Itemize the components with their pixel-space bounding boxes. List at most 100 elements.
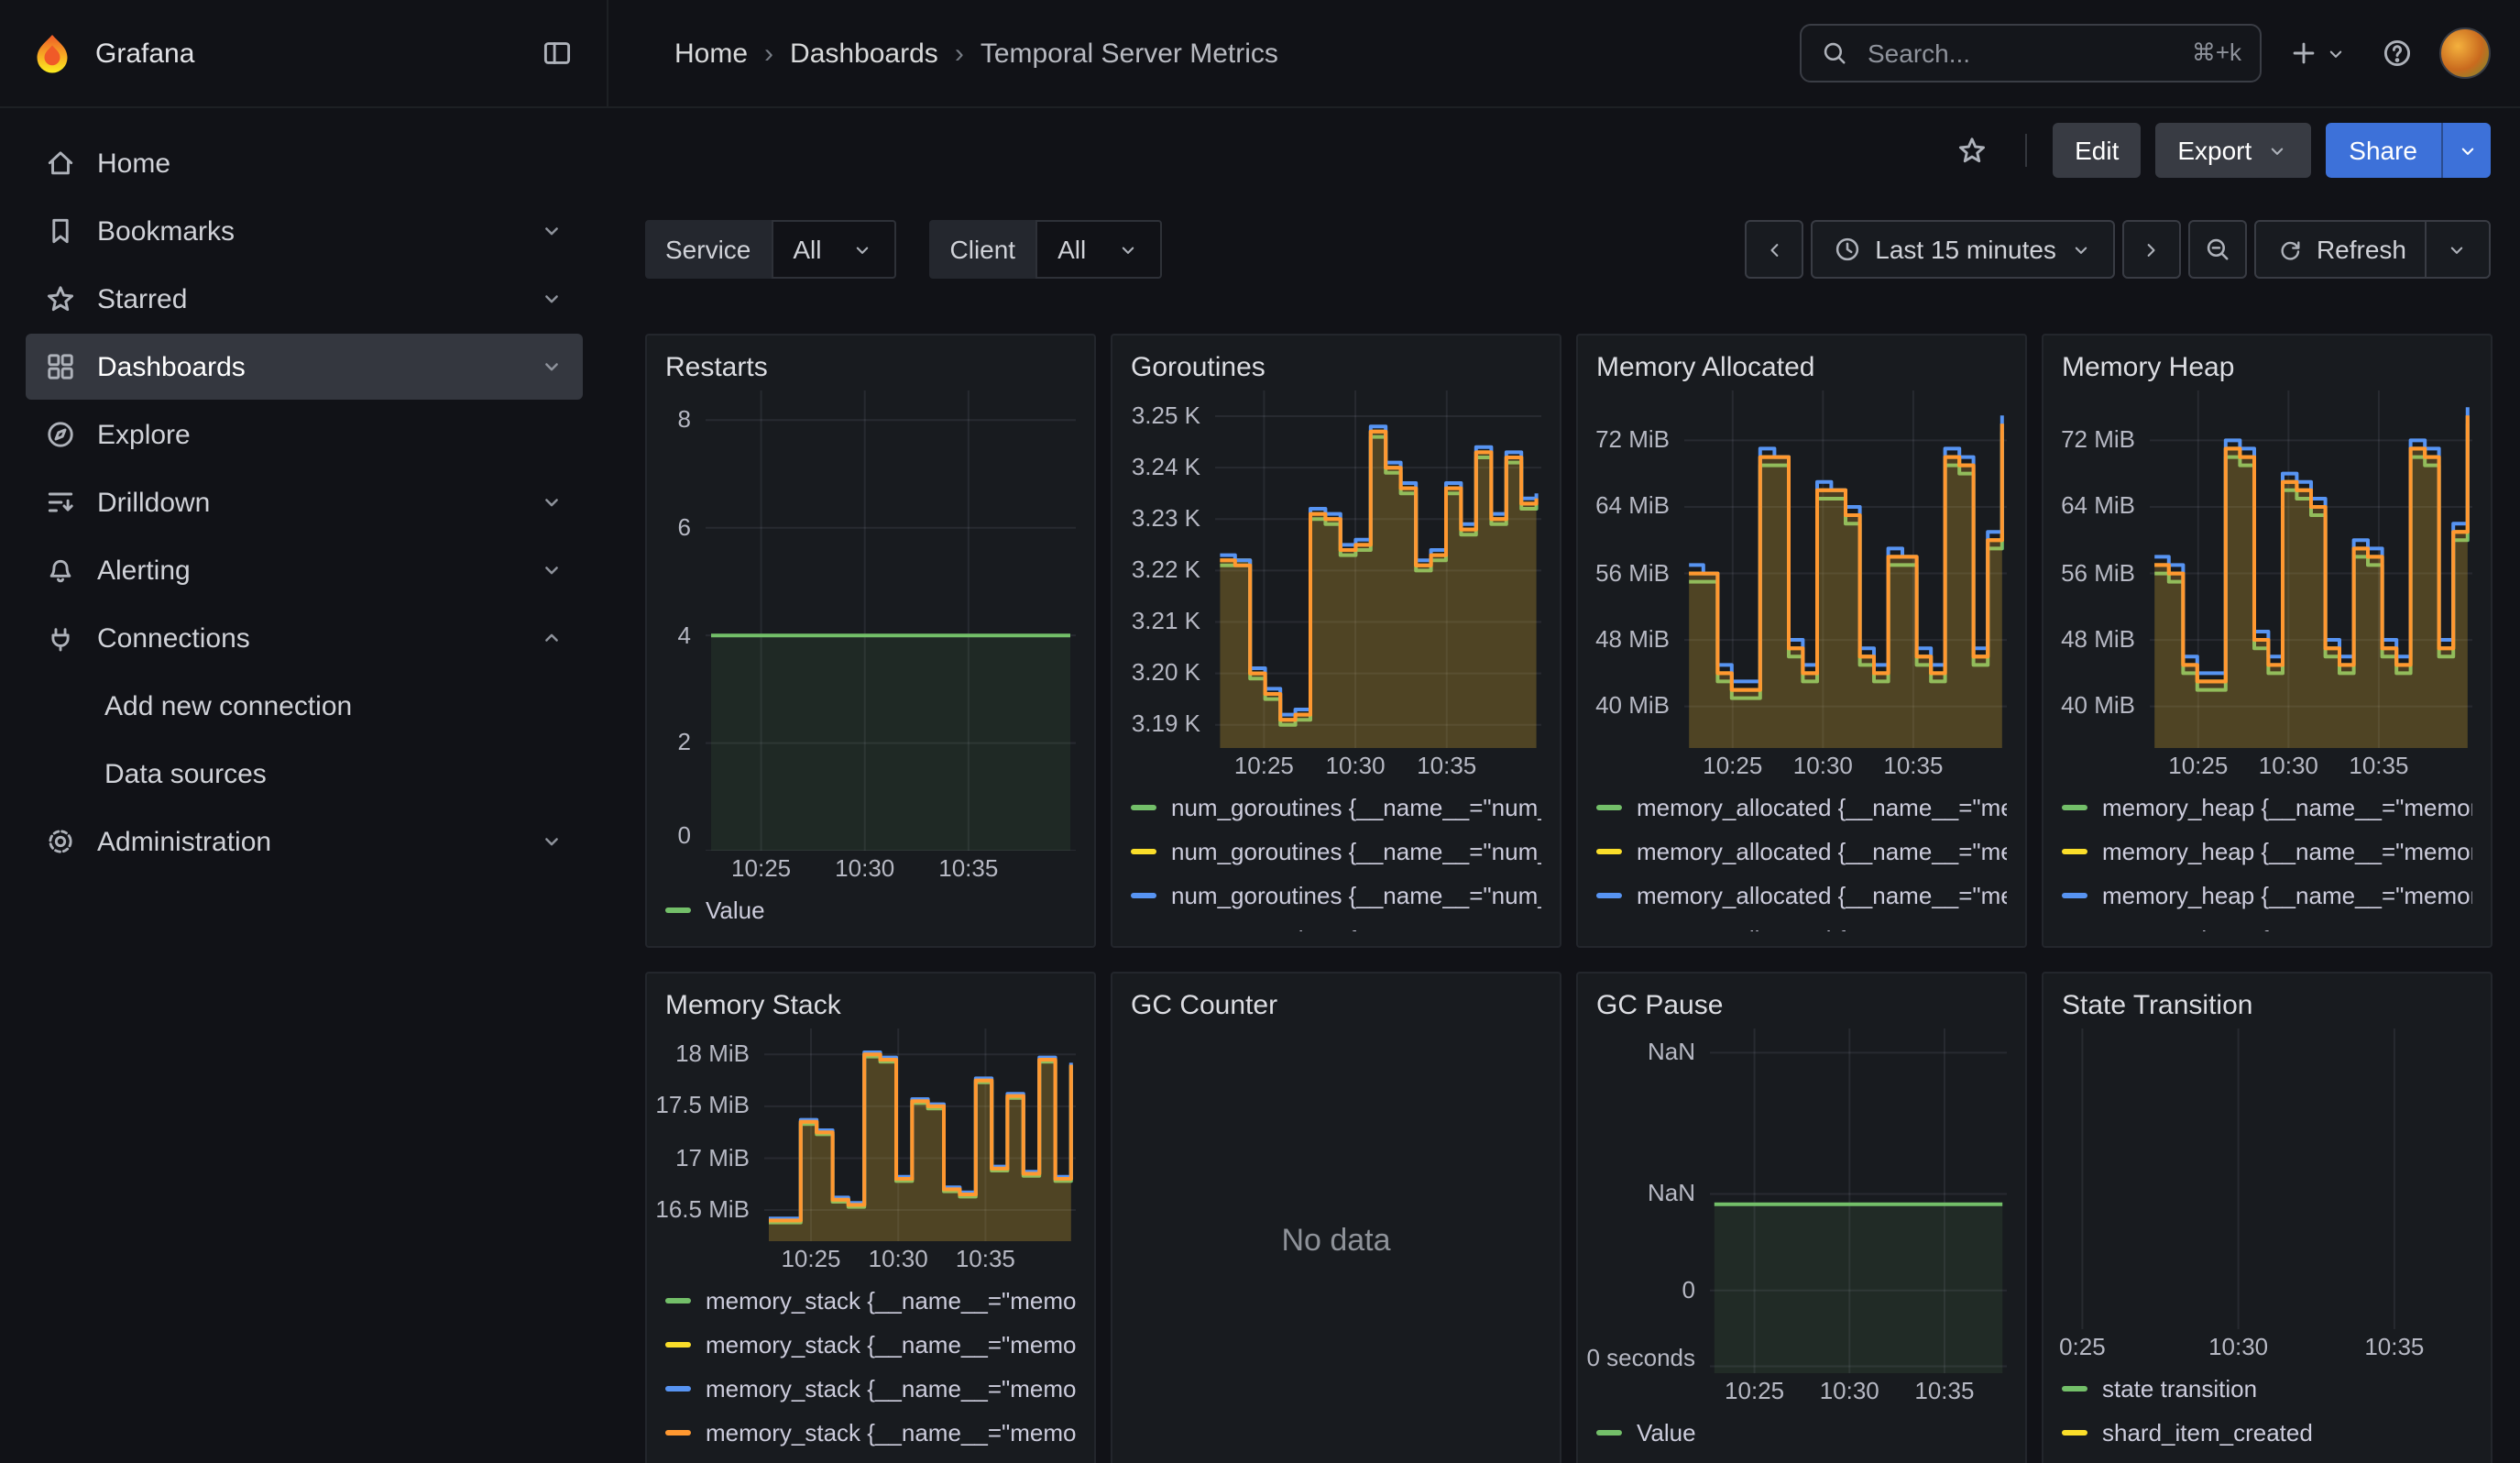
- legend-item[interactable]: num_goroutines {__name__="num_go: [1131, 785, 1541, 829]
- legend-item[interactable]: num_goroutines {__name__="num_go: [1131, 917, 1541, 931]
- sidebar-item-data-sources[interactable]: Data sources: [26, 741, 583, 807]
- chart-plot[interactable]: [1684, 390, 2007, 748]
- service-variable-label: Service: [645, 220, 771, 279]
- legend-item[interactable]: memory_heap {__name__="memory_h: [2062, 873, 2472, 917]
- search-input[interactable]: [1864, 37, 2177, 70]
- panel-body: 0:2510:3010:35 state transitionshard_ite…: [2062, 1028, 2472, 1454]
- legend-item[interactable]: memory_stack {__name__="memory_s: [665, 1366, 1076, 1410]
- chevron-down-icon[interactable]: [539, 490, 564, 515]
- time-shift-back-button[interactable]: [1745, 220, 1803, 279]
- chart-plot[interactable]: [764, 1028, 1076, 1241]
- compass-icon: [44, 418, 77, 451]
- search-shortcut: ⌘+k: [2192, 38, 2241, 68]
- panel-title[interactable]: Memory Allocated: [1596, 346, 2007, 390]
- sidebar-item-bookmarks[interactable]: Bookmarks: [26, 198, 583, 264]
- share-options-button[interactable]: [2441, 123, 2491, 178]
- legend-item[interactable]: num_goroutines {__name__="num_go: [1131, 873, 1541, 917]
- export-button[interactable]: Export: [2155, 123, 2310, 178]
- edit-button[interactable]: Edit: [2053, 123, 2141, 178]
- panel-goroutines: Goroutines 3.25 K3.24 K3.23 K3.22 K3.21 …: [1111, 334, 1561, 948]
- legend-item[interactable]: memory_allocated {__name__="memo: [1596, 785, 2007, 829]
- service-variable-select[interactable]: All: [771, 220, 896, 279]
- sidebar-item-add-new-connection[interactable]: Add new connection: [26, 673, 583, 739]
- legend-swatch: [665, 1297, 691, 1303]
- legend-item[interactable]: memory_heap {__name__="memory_h: [2062, 917, 2472, 931]
- sidebar-item-alerting[interactable]: Alerting: [26, 537, 583, 603]
- legend-item[interactable]: num_goroutines {__name__="num_go: [1131, 829, 1541, 873]
- panel-title[interactable]: Restarts: [665, 346, 1076, 390]
- chevron-up-icon[interactable]: [539, 625, 564, 651]
- plus-icon: [2287, 37, 2320, 70]
- panel-legend: state transitionshard_item_created: [2062, 1366, 2472, 1454]
- chevron-down-icon[interactable]: [539, 286, 564, 312]
- legend-item[interactable]: memory_heap {__name__="memory_h: [2062, 829, 2472, 873]
- breadcrumb-home[interactable]: Home: [674, 38, 748, 69]
- help-button[interactable]: [2373, 29, 2421, 77]
- panel-title[interactable]: GC Pause: [1596, 984, 2007, 1028]
- panel-gc-counter: GC Counter No data: [1111, 972, 1561, 1463]
- panel-title[interactable]: Memory Heap: [2062, 346, 2472, 390]
- search-box[interactable]: ⌘+k: [1800, 24, 2262, 82]
- share-split-button[interactable]: Share: [2325, 123, 2491, 178]
- legend-item[interactable]: memory_allocated {__name__="memo: [1596, 917, 2007, 931]
- sidebar-toggle-icon[interactable]: [533, 29, 581, 77]
- service-variable-value: All: [793, 235, 821, 264]
- time-controls: Last 15 minutes Refresh: [1745, 220, 2491, 279]
- search-icon: [1820, 38, 1849, 68]
- panel-title[interactable]: Memory Stack: [665, 984, 1076, 1028]
- legend-item[interactable]: memory_stack {__name__="memory_s: [665, 1322, 1076, 1366]
- panel-body: 3.25 K3.24 K3.23 K3.22 K3.21 K3.20 K3.19…: [1131, 390, 1541, 931]
- angle-left-icon: [1762, 237, 1786, 261]
- grafana-logo-icon[interactable]: [29, 30, 75, 76]
- client-variable-select[interactable]: All: [1035, 220, 1161, 279]
- sidebar-item-connections[interactable]: Connections: [26, 605, 583, 671]
- legend-item[interactable]: memory_stack {__name__="memory_s: [665, 1278, 1076, 1322]
- chart-plot[interactable]: [2062, 1028, 2472, 1329]
- refresh-split-button[interactable]: Refresh: [2254, 220, 2491, 279]
- chevron-down-icon[interactable]: [539, 218, 564, 244]
- panel-title[interactable]: State Transition: [2062, 984, 2472, 1028]
- time-shift-forward-button[interactable]: [2122, 220, 2181, 279]
- legend-swatch: [1131, 848, 1156, 853]
- sidebar-item-home[interactable]: Home: [26, 130, 583, 196]
- legend-item[interactable]: memory_stack {__name__="memory_s: [665, 1410, 1076, 1454]
- new-button[interactable]: [2280, 29, 2355, 77]
- user-avatar[interactable]: [2439, 28, 2491, 79]
- y-axis: NaNNaN00 seconds: [1596, 1028, 1710, 1373]
- controls-row: Service All Client All: [645, 218, 2491, 280]
- sidebar-item-drilldown[interactable]: Drilldown: [26, 469, 583, 535]
- app-body: HomeBookmarksStarredDashboardsExploreDri…: [0, 108, 2520, 1463]
- chevron-down-icon[interactable]: [539, 829, 564, 854]
- chart-plot[interactable]: [1710, 1028, 2007, 1373]
- y-axis: 72 MiB64 MiB56 MiB48 MiB40 MiB: [2062, 390, 2150, 748]
- y-axis: 3.25 K3.24 K3.23 K3.22 K3.21 K3.20 K3.19…: [1131, 390, 1215, 748]
- chart-plot[interactable]: [1215, 390, 1541, 748]
- chevron-down-icon[interactable]: [539, 557, 564, 583]
- sidebar-item-starred[interactable]: Starred: [26, 266, 583, 332]
- sidebar-nav: HomeBookmarksStarredDashboardsExploreDri…: [0, 108, 608, 1463]
- chart-plot[interactable]: [2150, 390, 2472, 748]
- brand-name: Grafana: [95, 38, 194, 69]
- legend-item[interactable]: shard_item_created: [2062, 1410, 2472, 1454]
- zoom-out-button[interactable]: [2188, 220, 2247, 279]
- x-axis: 10:2510:3010:35: [2150, 748, 2472, 781]
- chart-plot[interactable]: [706, 390, 1076, 851]
- chevron-down-icon[interactable]: [539, 354, 564, 380]
- panel-title[interactable]: Goroutines: [1131, 346, 1541, 390]
- sidebar-item-administration[interactable]: Administration: [26, 808, 583, 874]
- apps-icon: [44, 350, 77, 383]
- share-button-label[interactable]: Share: [2325, 123, 2441, 178]
- sidebar-item-dashboards[interactable]: Dashboards: [26, 334, 583, 400]
- breadcrumb-dashboards[interactable]: Dashboards: [790, 38, 938, 69]
- legend-item[interactable]: Value: [1596, 1410, 2007, 1454]
- legend-item[interactable]: memory_heap {__name__="memory_h: [2062, 785, 2472, 829]
- legend-item[interactable]: Value: [665, 887, 1076, 931]
- y-axis: 18 MiB17.5 MiB17 MiB16.5 MiB: [665, 1028, 764, 1241]
- legend-item[interactable]: memory_allocated {__name__="memo: [1596, 873, 2007, 917]
- time-range-picker[interactable]: Last 15 minutes: [1811, 220, 2115, 279]
- sidebar-item-explore[interactable]: Explore: [26, 402, 583, 468]
- favorite-star-button[interactable]: [1945, 123, 2000, 178]
- legend-item[interactable]: memory_allocated {__name__="memo: [1596, 829, 2007, 873]
- legend-item[interactable]: state transition: [2062, 1366, 2472, 1410]
- panel-title[interactable]: GC Counter: [1131, 984, 1541, 1028]
